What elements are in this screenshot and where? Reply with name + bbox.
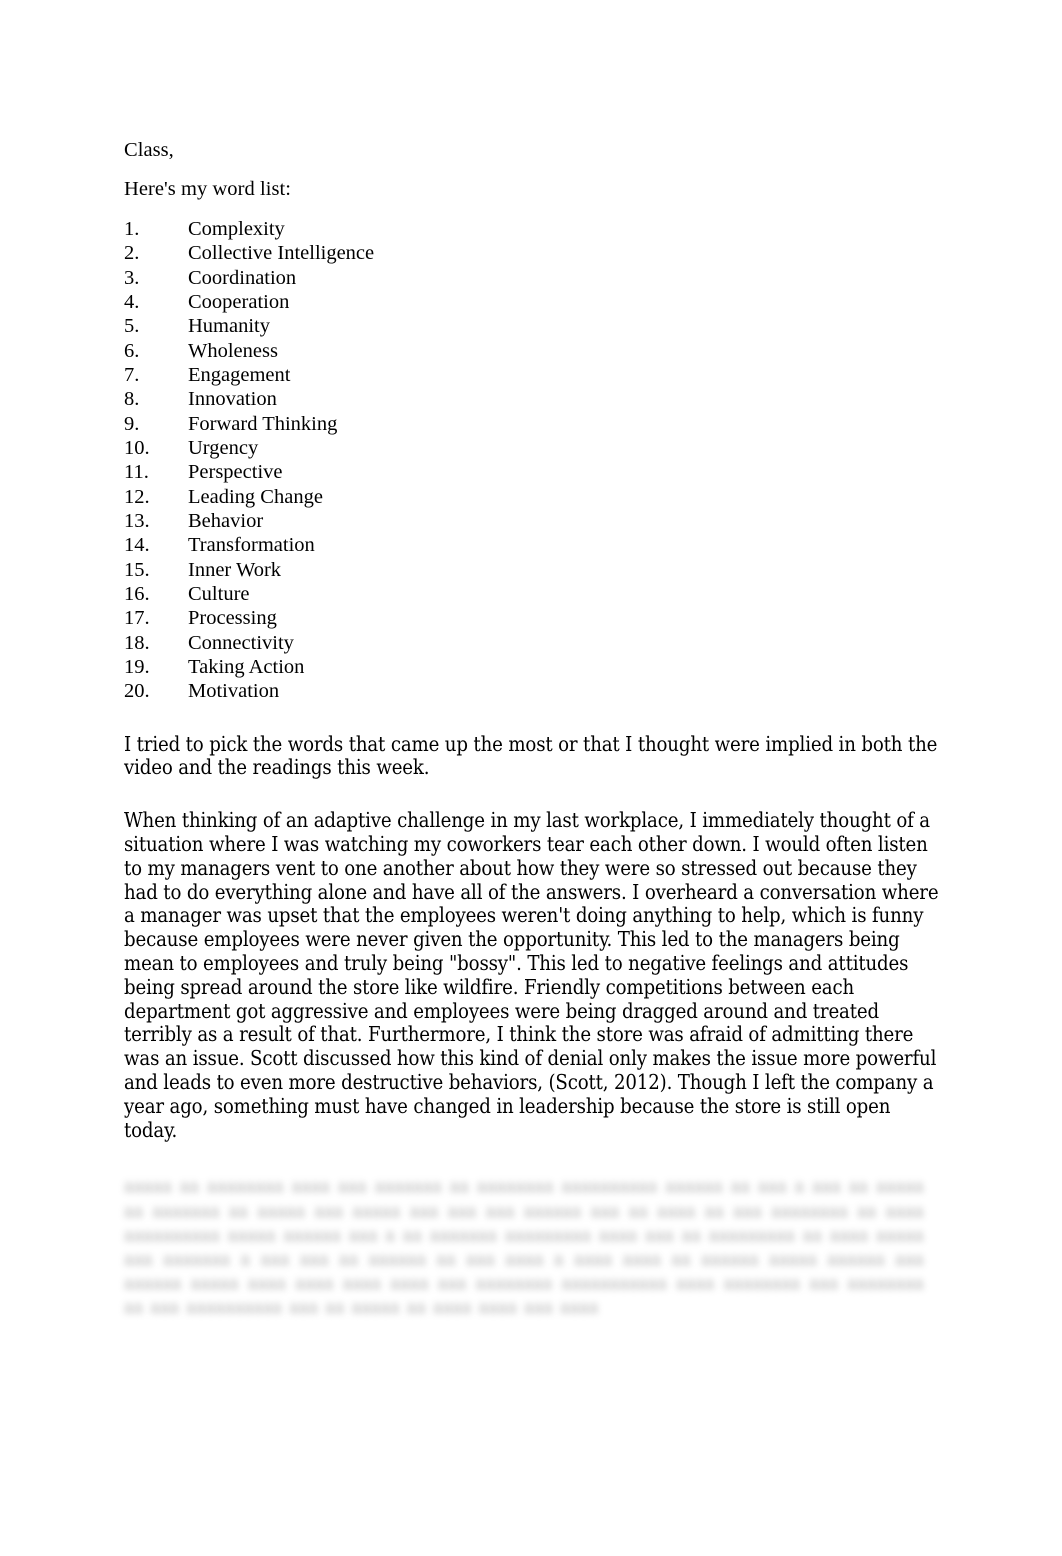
list-item: 5. Humanity xyxy=(124,314,942,338)
list-item: 16. Culture xyxy=(124,582,942,606)
list-item: 18. Connectivity xyxy=(124,631,942,655)
list-item: 1. Complexity xyxy=(124,217,942,241)
list-item-term: Culture xyxy=(188,582,250,605)
list-item-number: 17. xyxy=(124,607,150,630)
list-item-term: Behavior xyxy=(188,509,264,532)
list-item: 9. Forward Thinking xyxy=(124,412,942,436)
document-page: Class, Here's my word list: 1. Complexity… xyxy=(0,0,1062,1556)
list-item: 17. Processing xyxy=(124,606,942,630)
blurred-paragraph-text: aaaaa aa aaaaaaaa aaaa aaa aaaaaaa aa aa… xyxy=(124,1177,924,1319)
list-item-term: Connectivity xyxy=(188,631,294,654)
blurred-paragraph-block: aaaaa aa aaaaaaaa aaaa aaa aaaaaaa aa aa… xyxy=(124,1175,924,1320)
list-item-number: 13. xyxy=(124,509,150,532)
list-item-number: 14. xyxy=(124,534,150,557)
list-item: 19. Taking Action xyxy=(124,655,942,679)
list-item-number: 16. xyxy=(124,582,150,605)
list-item-term: Collective Intelligence xyxy=(188,242,375,265)
list-item-term: Motivation xyxy=(188,680,280,703)
list-item-number: 20. xyxy=(124,680,150,703)
list-item-term: Perspective xyxy=(188,461,283,484)
list-item: 20. Motivation xyxy=(124,679,942,703)
list-item-number: 7. xyxy=(124,363,140,386)
list-item-number: 6. xyxy=(124,339,140,362)
list-item-number: 8. xyxy=(124,388,140,411)
list-item: 4. Cooperation xyxy=(124,290,942,314)
word-list: 1. Complexity 2. Collective Intelligence 3… xyxy=(124,217,942,704)
list-item-term: Humanity xyxy=(188,315,270,338)
list-item-term: Taking Action xyxy=(188,656,305,678)
list-item-term: Complexity xyxy=(188,217,285,240)
paragraph-word-selection-note: I tried to pick the words that came up t… xyxy=(124,731,938,780)
list-item-number: 1. xyxy=(124,217,140,240)
list-item-term: Cooperation xyxy=(188,290,290,313)
list-item: 15. Inner Work xyxy=(124,558,942,582)
list-item: 14. Transformation xyxy=(124,533,942,557)
list-item: 12. Leading Change xyxy=(124,485,942,509)
list-item-number: 12. xyxy=(124,485,150,508)
list-item-term: Urgency xyxy=(188,436,259,459)
list-item-term: Transformation xyxy=(188,534,315,557)
document-content: Class, Here's my word list: 1. Complexity… xyxy=(124,138,942,1321)
list-item-term: Inner Work xyxy=(188,558,282,581)
list-item-number: 9. xyxy=(124,412,140,435)
intro-line: Here's my word list: xyxy=(124,178,291,201)
list-item: 8. Innovation xyxy=(124,387,942,411)
list-item: 10. Urgency xyxy=(124,436,942,460)
list-item-number: 2. xyxy=(124,242,140,265)
salutation: Class, xyxy=(124,139,174,161)
list-item-term: Coordination xyxy=(188,266,297,289)
list-item-number: 11. xyxy=(124,461,149,484)
list-item: 7. Engagement xyxy=(124,363,942,387)
list-item-number: 10. xyxy=(124,436,150,459)
list-item-number: 19. xyxy=(124,656,150,678)
list-item-number: 18. xyxy=(124,631,150,654)
list-item: 11. Perspective xyxy=(124,460,942,484)
list-item-term: Processing xyxy=(188,607,277,630)
list-item: 2. Collective Intelligence xyxy=(124,241,942,265)
list-item-number: 5. xyxy=(124,315,140,338)
list-item-term: Leading Change xyxy=(188,485,323,508)
list-item-term: Engagement xyxy=(188,363,291,386)
list-item-term: Forward Thinking xyxy=(188,412,338,435)
list-item: 6. Wholeness xyxy=(124,339,942,363)
list-item-number: 4. xyxy=(124,290,140,313)
list-item-number: 15. xyxy=(124,558,150,581)
list-item-number: 3. xyxy=(124,266,140,289)
paragraph-adaptive-challenge: When thinking of an adaptive challenge i… xyxy=(124,808,939,1142)
list-item-term: Wholeness xyxy=(188,339,278,362)
list-item-term: Innovation xyxy=(188,388,277,411)
list-item: 13. Behavior xyxy=(124,509,942,533)
list-item: 3. Coordination xyxy=(124,266,942,290)
